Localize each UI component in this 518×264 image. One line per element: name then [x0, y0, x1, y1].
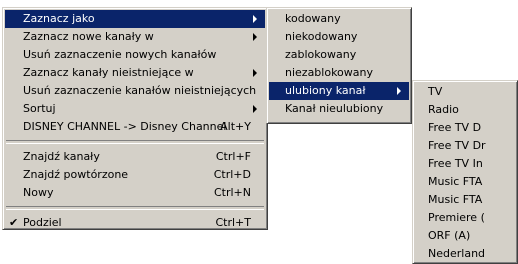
menu-item-label: Radio [428, 103, 459, 116]
menu-item-encrypted[interactable]: kodowany [269, 10, 409, 28]
menu-item-label: Znajdź kanały [23, 150, 100, 163]
menu-item-find-duplicates[interactable]: Znajdź powtórzone Ctrl+D [5, 166, 265, 184]
menu-item-label: Music FTA [428, 193, 483, 206]
menu-item-label: Sortuj [23, 102, 56, 115]
menu-item-rename-disney[interactable]: DISNEY CHANNEL -> Disney Channel Alt+Y [5, 118, 265, 136]
menu-item-fav-list[interactable]: Music FTA [415, 191, 515, 209]
menu-item-shortcut: Ctrl+F [215, 150, 251, 163]
menu-item-label: Free TV D [428, 121, 482, 134]
menu-item-shortcut: Ctrl+N [213, 186, 251, 199]
submenu-arrow-icon [253, 33, 257, 41]
menu-item-new[interactable]: Nowy Ctrl+N [5, 184, 265, 202]
menu-item-label: Zaznacz jako [23, 12, 95, 25]
menu-item-label: Zaznacz nowe kanały w [23, 30, 154, 43]
menu-item-label: Nederland [428, 247, 486, 260]
menu-item-label: ulubiony kanał [285, 84, 366, 97]
menu-item-unencrypted[interactable]: niekodowany [269, 28, 409, 46]
submenu-favorites: TV Radio Free TV D Free TV Dr Free TV In… [412, 80, 518, 264]
submenu-arrow-icon [253, 105, 257, 113]
menu-item-locked[interactable]: zablokowany [269, 46, 409, 64]
menu-item-shortcut: Alt+Y [220, 120, 251, 133]
menu-item-label: Premiere ( [428, 211, 485, 224]
menu-item-label: Free TV In [428, 157, 483, 170]
menu-item-fav-list[interactable]: Free TV In [415, 155, 515, 173]
menu-item-sort[interactable]: Sortuj [5, 100, 265, 118]
menu-item-fav-list[interactable]: TV [415, 83, 515, 101]
submenu-arrow-icon [253, 69, 257, 77]
submenu-arrow-icon [253, 15, 257, 23]
menu-item-label: Znajdź powtórzone [23, 168, 129, 181]
menu-item-unmark-missing-channels[interactable]: Usuń zaznaczenie kanałów nieistniejących [5, 82, 265, 100]
menu-item-label: zablokowany [285, 48, 357, 61]
menu-item-mark-missing-channels[interactable]: Zaznacz kanały nieistniejące w [5, 64, 265, 82]
menu-item-favorite-channel[interactable]: ulubiony kanał [269, 82, 409, 100]
menu-item-label: Usuń zaznaczenie nowych kanałów [23, 48, 217, 61]
menu-item-mark-new-channels[interactable]: Zaznacz nowe kanały w [5, 28, 265, 46]
menu-separator [6, 206, 264, 210]
menu-item-label: DISNEY CHANNEL -> Disney Channel [23, 120, 227, 133]
menu-item-label: Zaznacz kanały nieistniejące w [23, 66, 194, 79]
menu-item-unmark-new-channels[interactable]: Usuń zaznaczenie nowych kanałów [5, 46, 265, 64]
submenu-mark-as: kodowany niekodowany zablokowany niezabl… [266, 7, 412, 124]
menu-item-fav-list[interactable]: Music FTA [415, 173, 515, 191]
menu-item-label: Free TV Dr [428, 139, 486, 152]
menu-item-shortcut: Ctrl+D [213, 168, 251, 181]
checkmark-icon: ✔ [9, 216, 19, 229]
menu-item-label: Kanał nieulubiony [285, 102, 384, 115]
menu-item-fav-list[interactable]: Premiere ( [415, 209, 515, 227]
context-menu: Zaznacz jako Zaznacz nowe kanały w Usuń … [2, 7, 268, 230]
menu-item-unlocked[interactable]: niezablokowany [269, 64, 409, 82]
menu-item-label: niekodowany [285, 30, 358, 43]
menu-separator [6, 140, 264, 144]
menu-item-label: Nowy [23, 186, 54, 199]
menu-item-shortcut: Ctrl+T [215, 216, 251, 229]
menu-item-fav-list[interactable]: Free TV Dr [415, 137, 515, 155]
menu-item-split[interactable]: ✔ Podziel Ctrl+T [5, 214, 265, 232]
menu-item-fav-list[interactable]: ORF (A) [415, 227, 515, 245]
menu-item-label: niezablokowany [285, 66, 374, 79]
menu-item-find-channels[interactable]: Znajdź kanały Ctrl+F [5, 148, 265, 166]
submenu-arrow-icon [397, 87, 401, 95]
menu-item-label: ORF (A) [428, 229, 471, 242]
menu-item-mark-as[interactable]: Zaznacz jako [5, 10, 265, 28]
menu-item-fav-list[interactable]: Free TV D [415, 119, 515, 137]
menu-item-label: TV [428, 85, 443, 98]
menu-item-unfavorite-channel[interactable]: Kanał nieulubiony [269, 100, 409, 118]
menu-item-label: kodowany [285, 12, 341, 25]
menu-item-label: Music FTA [428, 175, 483, 188]
menu-item-fav-list[interactable]: Nederland [415, 245, 515, 263]
menu-item-fav-list[interactable]: Radio [415, 101, 515, 119]
menu-item-label: Usuń zaznaczenie kanałów nieistniejących [23, 84, 257, 97]
menu-item-label: Podziel [23, 216, 62, 229]
